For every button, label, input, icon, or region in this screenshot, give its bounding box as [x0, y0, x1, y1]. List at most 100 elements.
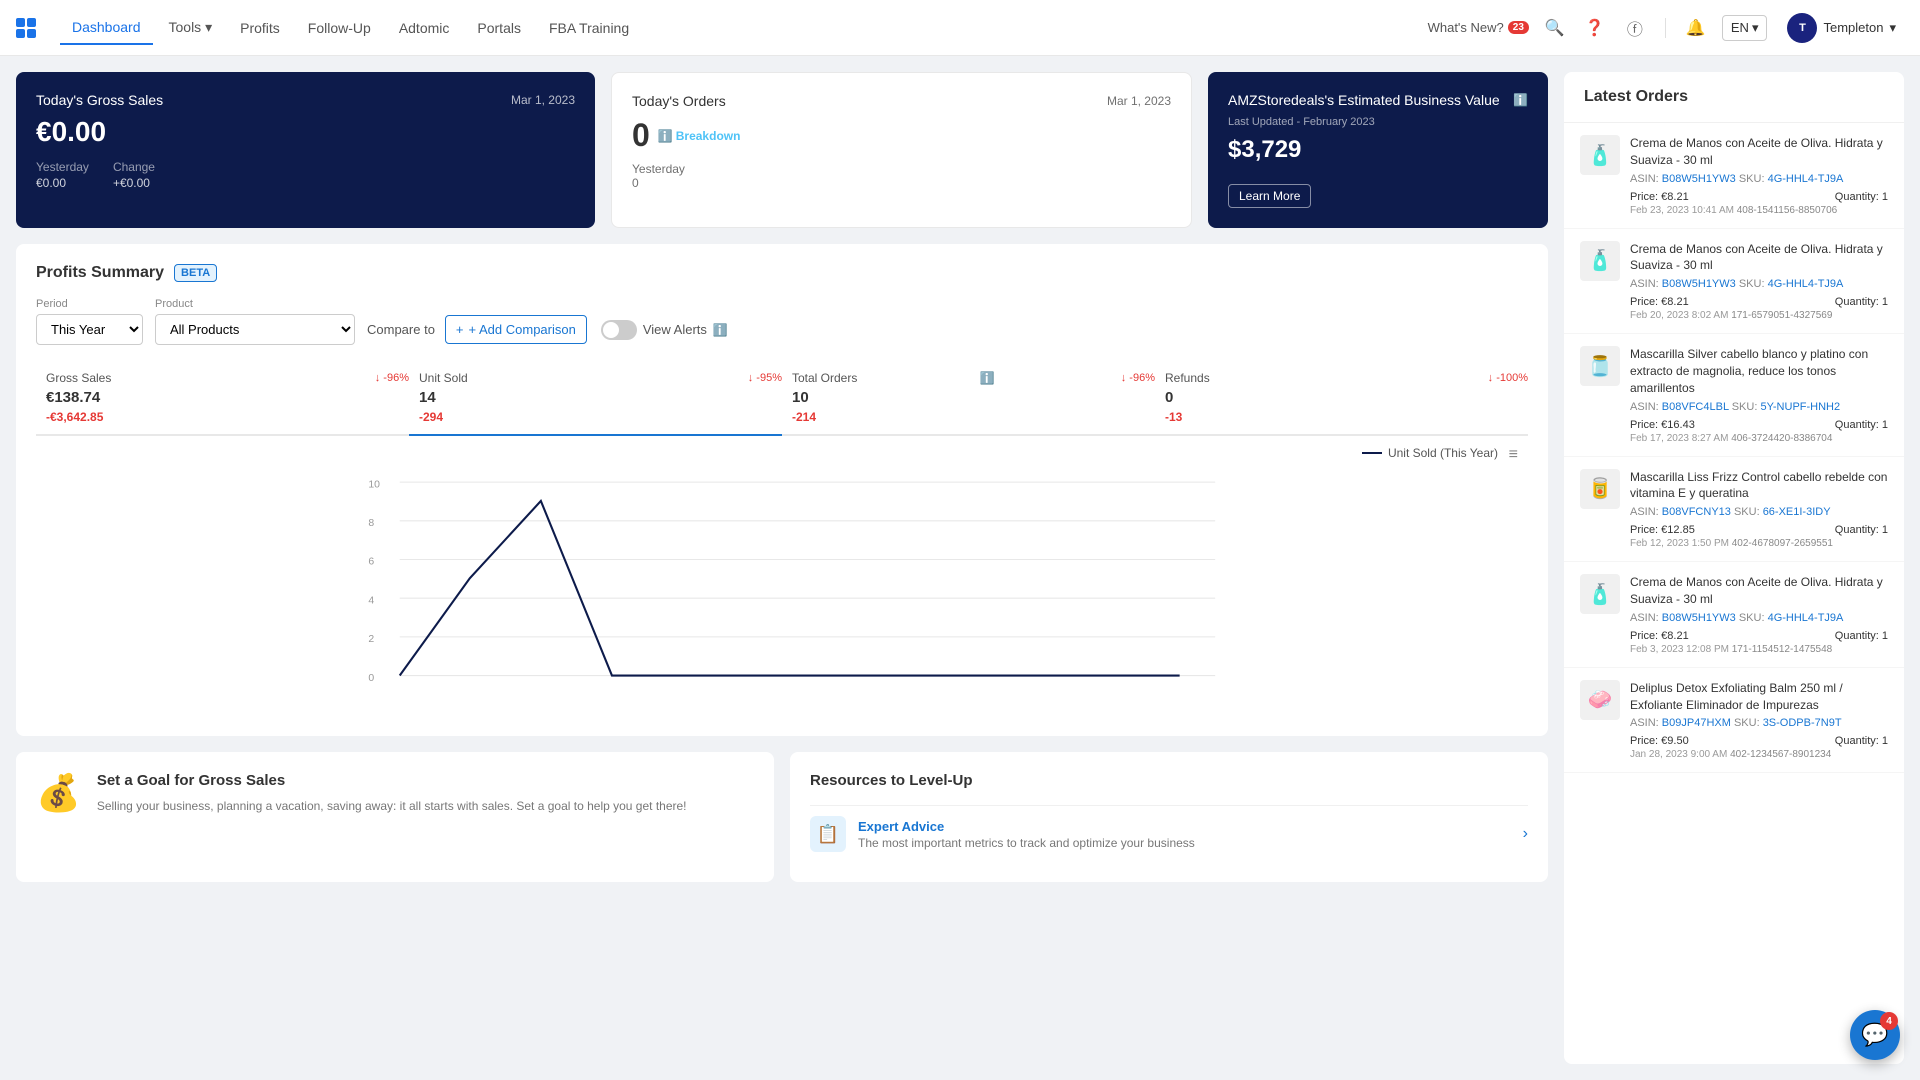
- language-selector[interactable]: EN ▾: [1722, 15, 1768, 41]
- svg-text:4: 4: [368, 595, 374, 606]
- sku-link[interactable]: 66-XE1I-3IDY: [1763, 506, 1831, 518]
- chart-menu-icon[interactable]: ≡: [1509, 446, 1518, 464]
- filters-row: Period This Year Last Year This Month La…: [36, 298, 1528, 345]
- gross-sales-title: Today's Gross Sales: [36, 92, 163, 108]
- order-details: Crema de Manos con Aceite de Oliva. Hidr…: [1630, 135, 1888, 216]
- sku-link[interactable]: 4G-HHL4-TJ9A: [1768, 173, 1844, 185]
- learn-more-button[interactable]: Learn More: [1228, 184, 1311, 208]
- order-date: Feb 23, 2023 10:41 AM: [1630, 205, 1734, 216]
- facebook-icon[interactable]: ⓕ: [1621, 14, 1649, 42]
- orders-header: Today's Orders Mar 1, 2023: [632, 93, 1171, 109]
- asin-link[interactable]: B08VFCNY13: [1662, 506, 1731, 518]
- goal-card: 💰 Set a Goal for Gross Sales Selling you…: [16, 752, 774, 882]
- sku-link[interactable]: 3S-ODPB-7N9T: [1763, 717, 1842, 729]
- order-meta: Feb 17, 2023 8:27 AM 406-3724420-8386704: [1630, 433, 1888, 444]
- change-value: +€0.00: [113, 176, 155, 190]
- list-item: 🧴 Crema de Manos con Aceite de Oliva. Hi…: [1564, 229, 1904, 335]
- resource-item-expert-advice[interactable]: 📋 Expert Advice The most important metri…: [810, 805, 1528, 862]
- order-meta: Feb 20, 2023 8:02 AM 171-6579051-4327569: [1630, 310, 1888, 321]
- asin-link[interactable]: B09JP47HXM: [1662, 717, 1731, 729]
- total-orders-info-icon[interactable]: ℹ️: [980, 371, 995, 385]
- toggle-knob: [603, 322, 619, 338]
- order-asin: ASIN: B08VFC4LBL SKU: 5Y-NUPF-HNH2: [1630, 401, 1888, 413]
- chevron-down-icon: ▾: [1889, 20, 1896, 36]
- business-value-amount: $3,729: [1228, 136, 1528, 164]
- sku-link[interactable]: 4G-HHL4-TJ9A: [1768, 612, 1844, 624]
- notification-badge: 23: [1508, 21, 1529, 34]
- product-filter-group: Product All Products: [155, 298, 355, 345]
- bell-icon[interactable]: 🔔: [1682, 14, 1710, 42]
- asin-link[interactable]: B08W5H1YW3: [1662, 173, 1736, 185]
- nav-adtomic[interactable]: Adtomic: [387, 12, 462, 44]
- metrics-table: Gross Sales ↓ -96% €138.74 -€3,642.85 Un…: [36, 361, 1528, 436]
- orders-yesterday: Yesterday 0: [632, 162, 1171, 190]
- sku-link[interactable]: 5Y-NUPF-HNH2: [1760, 401, 1840, 413]
- sku-link[interactable]: 4G-HHL4-TJ9A: [1768, 278, 1844, 290]
- nav-fba-training[interactable]: FBA Training: [537, 12, 641, 44]
- logo[interactable]: [16, 18, 36, 38]
- nav-dashboard[interactable]: Dashboard: [60, 11, 153, 45]
- chat-button[interactable]: 💬 4: [1850, 1010, 1900, 1060]
- orders-card: Today's Orders Mar 1, 2023 0 ℹ️ Breakdow…: [611, 72, 1192, 228]
- orders-list: 🧴 Crema de Manos con Aceite de Oliva. Hi…: [1564, 123, 1904, 1064]
- expert-advice-desc: The most important metrics to track and …: [858, 836, 1195, 850]
- order-id: 408-1541156-8850706: [1737, 205, 1837, 216]
- goal-content: Set a Goal for Gross Sales Selling your …: [97, 772, 754, 815]
- breakdown-link[interactable]: ℹ️ Breakdown: [658, 129, 741, 143]
- order-id: 171-6579051-4327569: [1731, 310, 1832, 321]
- left-panel: Today's Gross Sales Mar 1, 2023 €0.00 Ye…: [16, 72, 1548, 1064]
- order-date: Feb 17, 2023 8:27 AM: [1630, 433, 1728, 444]
- order-details: Deliplus Detox Exfoliating Balm 250 ml /…: [1630, 680, 1888, 761]
- order-id: 402-4678097-2659551: [1732, 538, 1833, 549]
- svg-text:Dec '23: Dec '23: [1167, 685, 1199, 686]
- asin-link[interactable]: B08VFC4LBL: [1662, 401, 1729, 413]
- product-select[interactable]: All Products: [155, 314, 355, 345]
- yesterday-value: €0.00: [36, 176, 89, 190]
- asin-link[interactable]: B08W5H1YW3: [1662, 612, 1736, 624]
- search-icon[interactable]: 🔍: [1541, 14, 1569, 42]
- gross-sales-amount: €0.00: [36, 116, 575, 148]
- order-quantity: Quantity: 1: [1835, 419, 1888, 431]
- info-icon[interactable]: ℹ️: [1513, 93, 1528, 107]
- order-id: 406-3724420-8386704: [1731, 433, 1832, 444]
- profits-summary-section: Profits Summary BETA Period This Year La…: [16, 244, 1548, 736]
- list-item: 🧴 Crema de Manos con Aceite de Oliva. Hi…: [1564, 562, 1904, 668]
- nav-tools[interactable]: Tools ▾: [157, 11, 225, 44]
- resources-card: Resources to Level-Up 📋 Expert Advice Th…: [790, 752, 1548, 882]
- order-name: Crema de Manos con Aceite de Oliva. Hidr…: [1630, 135, 1888, 169]
- chart-legend: Unit Sold (This Year): [1362, 446, 1498, 460]
- product-thumbnail: 🥫: [1580, 469, 1620, 509]
- expert-advice-title[interactable]: Expert Advice: [858, 819, 1195, 834]
- svg-text:6: 6: [368, 557, 374, 568]
- user-menu[interactable]: T Templeton ▾: [1779, 9, 1904, 47]
- svg-text:2: 2: [368, 634, 374, 645]
- orders-count: 0 ℹ️ Breakdown: [632, 117, 1171, 154]
- order-price: Price: €8.21: [1630, 630, 1689, 642]
- svg-text:0: 0: [368, 673, 374, 684]
- nav-profits[interactable]: Profits: [228, 12, 292, 44]
- metric-total-orders[interactable]: Total Orders ℹ️ ↓ -96% 10 -214: [782, 361, 1155, 434]
- metric-unit-sold[interactable]: Unit Sold ↓ -95% 14 -294: [409, 361, 782, 436]
- svg-text:Apr '23: Apr '23: [598, 685, 627, 686]
- add-comparison-button[interactable]: + + Add Comparison: [445, 315, 587, 344]
- change-label: Change: [113, 160, 155, 174]
- metric-refunds[interactable]: Refunds ↓ -100% 0 -13: [1155, 361, 1528, 434]
- whats-new-button[interactable]: What's New? 23: [1428, 20, 1529, 35]
- business-value-subtitle: Last Updated - February 2023: [1228, 116, 1528, 128]
- order-pricing: Price: €12.85 Quantity: 1: [1630, 524, 1888, 536]
- order-pricing: Price: €8.21 Quantity: 1: [1630, 296, 1888, 308]
- order-row: 🧴 Crema de Manos con Aceite de Oliva. Hi…: [1580, 135, 1888, 216]
- nav-portals[interactable]: Portals: [465, 12, 533, 44]
- alerts-toggle-switch[interactable]: [601, 320, 637, 340]
- help-icon[interactable]: ❓: [1581, 14, 1609, 42]
- nav-links: Dashboard Tools ▾ Profits Follow-Up Adto…: [60, 11, 1428, 45]
- compare-to-label: Compare to: [367, 322, 435, 337]
- avatar: T: [1787, 13, 1817, 43]
- order-name: Crema de Manos con Aceite de Oliva. Hidr…: [1630, 574, 1888, 608]
- main-content: Today's Gross Sales Mar 1, 2023 €0.00 Ye…: [0, 56, 1920, 1080]
- asin-link[interactable]: B08W5H1YW3: [1662, 278, 1736, 290]
- period-select[interactable]: This Year Last Year This Month Last Mont…: [36, 314, 143, 345]
- metric-gross-sales[interactable]: Gross Sales ↓ -96% €138.74 -€3,642.85: [36, 361, 409, 434]
- alerts-info-icon[interactable]: ℹ️: [713, 323, 728, 337]
- nav-follow-up[interactable]: Follow-Up: [296, 12, 383, 44]
